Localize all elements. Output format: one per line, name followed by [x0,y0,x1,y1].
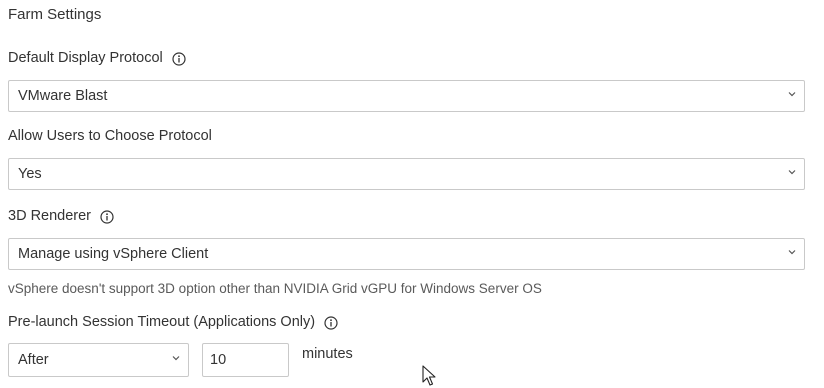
info-icon[interactable] [324,316,338,330]
mouse-pointer-icon [422,365,436,387]
chevron-down-icon [172,354,180,362]
renderer-3d-select[interactable]: Manage using vSphere Client [8,238,805,270]
chevron-down-icon [788,90,796,98]
prelaunch-timeout-label-row: Pre-launch Session Timeout (Applications… [8,314,338,330]
farm-settings-panel: Farm Settings Default Display Protocol V… [0,0,824,388]
chevron-down-icon [788,248,796,256]
info-icon[interactable] [100,210,114,224]
chevron-down-icon [788,168,796,176]
allow-protocol-value: Yes [18,166,42,182]
renderer-3d-hint: vSphere doesn't support 3D option other … [8,281,542,296]
renderer-3d-label-row: 3D Renderer [8,208,114,224]
renderer-3d-value: Manage using vSphere Client [18,246,209,262]
prelaunch-timeout-label: Pre-launch Session Timeout (Applications… [8,314,316,330]
prelaunch-timeout-unit: minutes [302,346,353,362]
prelaunch-timeout-mode-value: After [18,352,49,368]
allow-protocol-label-row: Allow Users to Choose Protocol [8,128,212,144]
section-title: Farm Settings [8,6,102,23]
renderer-3d-label: 3D Renderer [8,208,92,224]
display-protocol-select[interactable]: VMware Blast [8,80,805,112]
allow-protocol-select[interactable]: Yes [8,158,805,190]
prelaunch-timeout-mode-select[interactable]: After [8,343,189,377]
display-protocol-value: VMware Blast [18,88,108,104]
info-icon[interactable] [172,52,186,66]
prelaunch-timeout-amount-input[interactable] [202,343,289,377]
display-protocol-label: Default Display Protocol [8,50,163,66]
display-protocol-label-row: Default Display Protocol [8,50,186,66]
allow-protocol-label: Allow Users to Choose Protocol [8,128,212,144]
